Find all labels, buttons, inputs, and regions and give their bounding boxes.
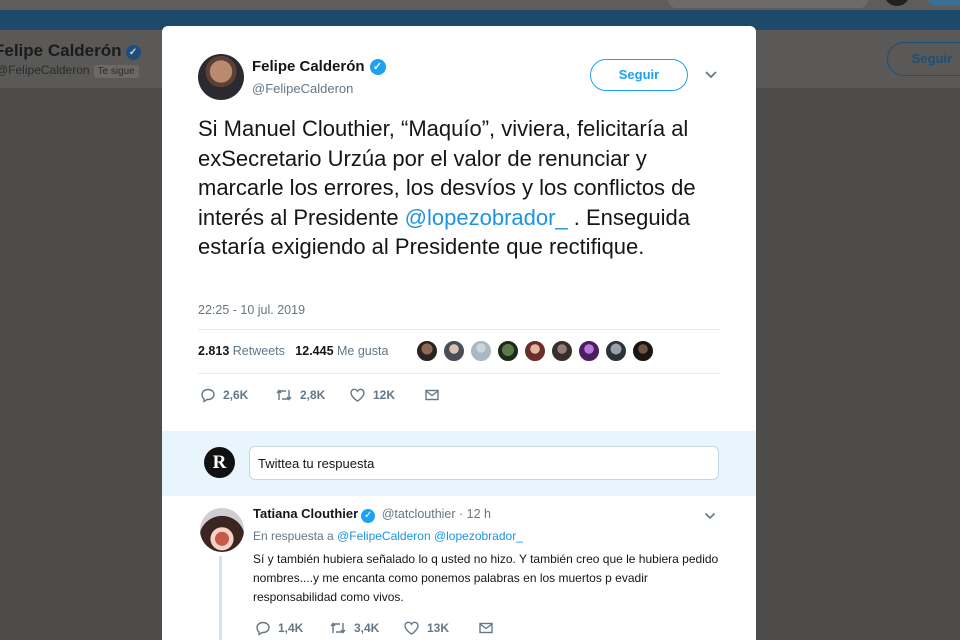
reply-input[interactable]: Twittea tu respuesta xyxy=(249,446,719,480)
retweet-icon xyxy=(330,622,346,634)
like-button[interactable]: 13K xyxy=(403,617,449,639)
reply-icon xyxy=(201,388,215,403)
like-icon xyxy=(404,621,419,635)
reply-author-handle[interactable]: @tatclouthier xyxy=(382,507,456,521)
like-button[interactable]: 12K xyxy=(349,384,395,406)
mention-link[interactable]: @FelipeCalderon @lopezobrador_ xyxy=(337,529,523,543)
background-follow-button[interactable]: Seguir xyxy=(887,42,960,76)
liker-avatar[interactable] xyxy=(443,340,465,362)
retweets-count[interactable]: 2.813 xyxy=(198,344,229,358)
search-box[interactable] xyxy=(668,0,868,8)
reply-button[interactable]: 1,4K xyxy=(255,617,303,639)
verified-icon: ✓ xyxy=(361,509,376,523)
avatar[interactable] xyxy=(198,54,244,100)
direct-message-button[interactable] xyxy=(478,617,501,639)
background-profile-name: Felipe Calderón ✓ xyxy=(0,41,141,61)
reply-header: Tatiana Clouthier ✓ @tatclouthier · 12 h xyxy=(253,506,491,523)
tweet-timestamp[interactable]: 22:25 - 10 jul. 2019 xyxy=(198,303,305,317)
tweet-author-name[interactable]: Felipe Calderón ✓ xyxy=(252,58,386,75)
divider xyxy=(198,373,720,374)
follow-button[interactable]: Seguir xyxy=(590,59,688,91)
reply-author-name[interactable]: Tatiana Clouthier xyxy=(253,506,358,521)
verified-icon: ✓ xyxy=(369,59,386,75)
retweet-button[interactable]: 3,4K xyxy=(329,617,379,639)
reply-time[interactable]: 12 h xyxy=(467,507,491,521)
liker-avatar[interactable] xyxy=(416,340,438,362)
chevron-down-icon[interactable] xyxy=(702,508,718,524)
chevron-down-icon[interactable] xyxy=(702,66,720,84)
in-reply-to: En respuesta a @FelipeCalderon @lopezobr… xyxy=(253,529,523,543)
tweet-stats: 2.813 Retweets 12.445 Me gusta xyxy=(198,344,388,358)
liker-avatar[interactable] xyxy=(605,340,627,362)
liker-avatar[interactable] xyxy=(632,340,654,362)
reply-text: Sí y también hubiera señalado lo q usted… xyxy=(253,552,719,604)
liker-avatar[interactable] xyxy=(497,340,519,362)
reply-icon xyxy=(256,621,270,636)
retweet-icon xyxy=(276,389,292,401)
likes-label[interactable]: Me gusta xyxy=(337,344,388,358)
follows-you-badge: Te sigue xyxy=(93,65,139,78)
liker-avatar[interactable] xyxy=(524,340,546,362)
liker-avatar[interactable] xyxy=(470,340,492,362)
reply-actions: 1,4K 3,4K 13K xyxy=(253,617,553,637)
avatar: R xyxy=(204,447,235,478)
compose-tweet-button[interactable] xyxy=(928,0,960,6)
tweet-text: Si Manuel Clouthier, “Maquío”, viviera, … xyxy=(198,116,696,259)
reply-button[interactable]: 2,6K xyxy=(200,384,248,406)
divider xyxy=(198,329,720,330)
reply-composer: R Twittea tu respuesta xyxy=(162,431,756,496)
avatar[interactable] xyxy=(200,508,244,552)
retweet-button[interactable]: 2,8K xyxy=(275,384,325,406)
like-icon xyxy=(350,388,365,402)
direct-message-button[interactable] xyxy=(424,384,447,406)
thread-line xyxy=(219,556,222,640)
tweet-author-handle[interactable]: @FelipeCalderon xyxy=(252,81,353,96)
liker-avatar[interactable] xyxy=(578,340,600,362)
direct-message-icon xyxy=(425,389,439,401)
liker-avatar[interactable] xyxy=(551,340,573,362)
direct-message-icon xyxy=(479,622,493,634)
tweet-actions: 2,6K 2,8K 12K xyxy=(198,384,498,406)
tweet-modal: Felipe Calderón ✓ @FelipeCalderon Seguir … xyxy=(162,26,756,640)
retweets-label[interactable]: Retweets xyxy=(233,344,285,358)
background-profile-handle: @FelipeCalderon Te sigue xyxy=(0,63,139,78)
account-avatar[interactable] xyxy=(884,0,910,6)
mention-link[interactable]: @lopezobrador_ xyxy=(405,205,568,230)
likes-count[interactable]: 12.445 xyxy=(295,344,333,358)
verified-icon: ✓ xyxy=(125,45,141,60)
